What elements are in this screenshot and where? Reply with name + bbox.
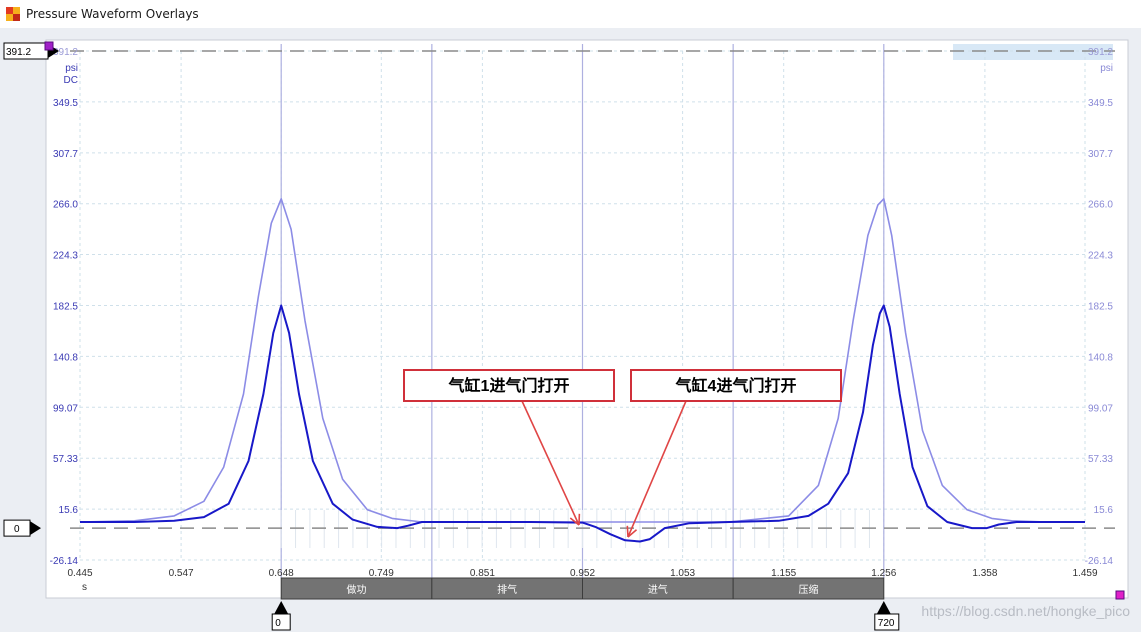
x-tick-label: 1.053 [670,568,695,579]
phase-label: 进气 [648,583,668,596]
reference-value-label: 0 [14,524,20,535]
reference-handle-icon[interactable] [30,521,41,536]
crank-label: 0 [275,618,281,629]
y-tick-label: 307.7 [53,149,78,160]
reference-value-label: 391.2 [6,47,31,58]
y-tick-label-right: 224.3 [1088,251,1113,262]
x-tick-label: 0.851 [470,568,495,579]
x-tick-label: 0.648 [269,568,294,579]
y-axis-unit-right: psi [1100,63,1113,74]
watermark: https://blog.csdn.net/hongke_pico [921,603,1130,619]
crank-marker-icon[interactable] [876,601,891,614]
y-tick-label-right: 182.5 [1088,302,1113,313]
waveform-chart: 349.5 307.7 266.0 224.3 182.5 140.8 99.07 57.33… [3,39,1130,631]
y-tick-label-top-right: 391.2 [1088,47,1113,58]
annotation-label: 气缸1进气门打开 [448,376,570,395]
x-tick-label: 0.749 [369,568,394,579]
x-tick-label: 1.256 [871,568,896,579]
y-tick-label: 182.5 [53,302,78,313]
y-tick-label-right: 140.8 [1088,352,1113,363]
phase-label: 排气 [497,583,517,596]
y-tick-label-right: 99.07 [1088,403,1113,414]
y-tick-label: 57.33 [53,454,78,465]
phase-label: 压缩 [798,583,818,596]
crank-marker-icon[interactable] [274,601,289,614]
annotation-label: 气缸4进气门打开 [675,376,797,395]
x-tick-label: 1.358 [972,568,997,579]
x-tick-label: 0.445 [67,568,92,579]
x-tick-label: 0.952 [570,568,595,579]
resize-handle-icon[interactable] [44,41,54,51]
phase-label: 做功 [347,583,367,596]
y-tick-label: -26.14 [50,556,79,567]
x-tick-label: 0.547 [169,568,194,579]
y-tick-label: 224.3 [53,251,78,262]
y-tick-label: 349.5 [53,98,78,109]
y-tick-label-right: 57.33 [1088,454,1113,465]
x-axis-unit: s [82,582,87,593]
x-tick-label: 1.459 [1072,568,1097,579]
y-tick-label-right: 349.5 [1088,98,1113,109]
y-tick-label: 15.6 [59,505,79,516]
crank-label: 720 [878,618,895,629]
y-tick-label: 140.8 [53,352,78,363]
y-axis-coupling: DC [64,75,78,86]
y-axis-unit: psi [65,63,78,74]
resize-handle-icon[interactable] [1115,590,1125,600]
y-tick-label: 99.07 [53,403,78,414]
y-tick-label: 266.0 [53,200,78,211]
y-tick-label-right: 266.0 [1088,200,1113,211]
x-tick-label: 1.155 [771,568,796,579]
y-tick-label-right: 307.7 [1088,149,1113,160]
y-tick-label-right: -26.14 [1085,556,1114,567]
y-tick-label-top: 391.2 [53,47,78,58]
y-tick-label-right: 15.6 [1094,505,1114,516]
